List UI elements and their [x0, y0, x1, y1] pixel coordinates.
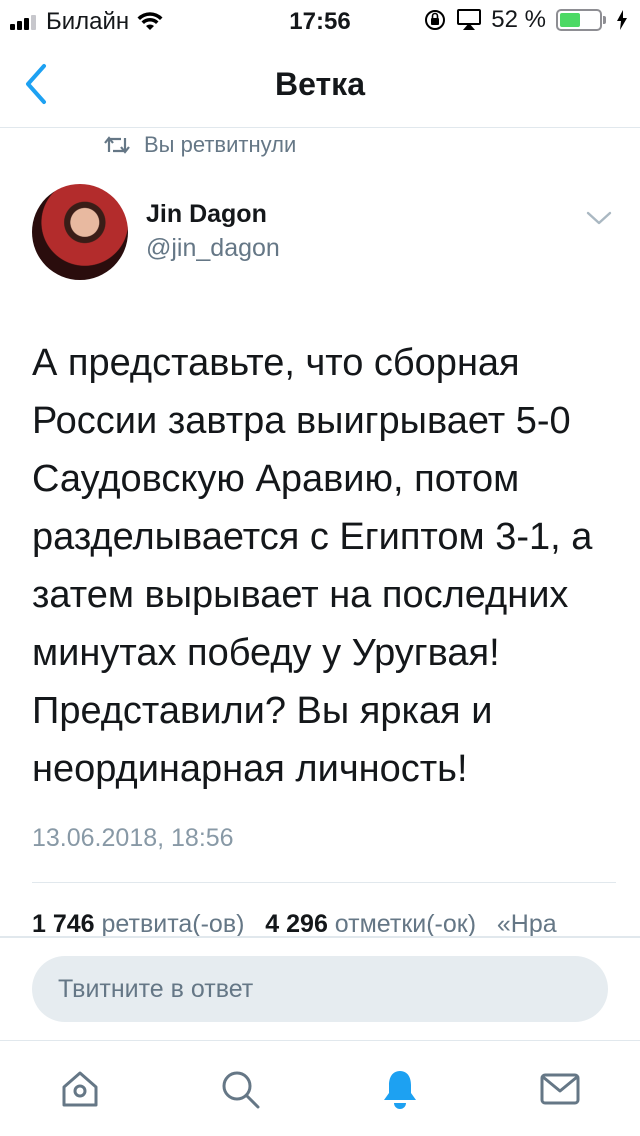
tab-bar: [0, 1040, 640, 1136]
likes-count: 4 296: [265, 910, 328, 938]
notifications-bell-icon: [384, 1071, 416, 1109]
tweet-stats: 1 746 ретвита(-ов) 4 296 отметки(-ок) «Н…: [32, 910, 640, 944]
stats-divider: [0, 936, 640, 938]
likes-label: отметки(-ок): [334, 910, 477, 938]
retweets-count: 1 746: [32, 910, 95, 938]
tab-messages[interactable]: [532, 1061, 588, 1117]
tweet-date: 13.06.2018, 18:56: [32, 824, 234, 852]
navigation-bar: Ветка: [0, 40, 640, 128]
author-handle[interactable]: @jin_dagon: [146, 234, 280, 263]
author-name[interactable]: Jin Dagon: [146, 200, 267, 229]
tab-search[interactable]: [212, 1061, 268, 1117]
battery-icon: [556, 9, 606, 31]
tab-home[interactable]: [52, 1061, 108, 1117]
orientation-lock-icon: [425, 10, 446, 30]
retweet-icon: [104, 136, 130, 154]
avatar[interactable]: [32, 184, 128, 280]
page-title: Ветка: [275, 66, 365, 102]
tweet-text: А представьте, что сборная России завтра…: [32, 342, 593, 790]
battery-percent: 52 %: [491, 6, 546, 33]
retweet-context: Вы ретвитнули: [104, 132, 296, 158]
more-stats-label[interactable]: «Нра: [497, 910, 557, 938]
home-icon: [62, 1071, 98, 1107]
battery-level: [560, 13, 580, 27]
retweets-stat[interactable]: 1 746 ретвита(-ов): [32, 910, 244, 938]
tab-notifications[interactable]: [372, 1061, 428, 1117]
status-bar: Билайн 17:56 52 %: [0, 0, 640, 40]
airplay-icon: [457, 9, 482, 30]
messages-envelope-icon: [540, 1073, 580, 1105]
likes-stat[interactable]: 4 296 отметки(-ок): [265, 910, 476, 938]
status-right: 52 %: [413, 6, 628, 34]
divider: [32, 882, 616, 883]
charging-bolt-icon: [617, 10, 627, 30]
chevron-down-icon: [586, 211, 612, 225]
reply-input[interactable]: Твитните в ответ: [32, 956, 608, 1022]
tweet-options-button[interactable]: [584, 206, 614, 230]
retweet-context-label: Вы ретвитнули: [144, 132, 297, 157]
search-icon: [222, 1071, 260, 1109]
retweets-label: ретвита(-ов): [101, 910, 245, 938]
